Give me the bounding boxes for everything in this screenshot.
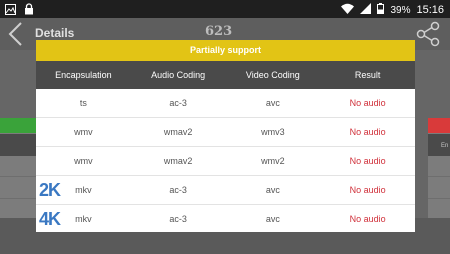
cell-encapsulation: wmv	[74, 127, 93, 137]
status-right-icons: 39% 15:16	[341, 3, 444, 17]
page-title: Details	[35, 26, 75, 40]
header-result: Result	[354, 70, 381, 80]
cell-audio-coding: ac-3	[169, 214, 187, 224]
cell-encapsulation: ts	[79, 98, 87, 108]
status-bar: 39% 15:16	[0, 0, 450, 18]
unsupported-indicator	[428, 118, 450, 133]
cell-audio-coding: wmav2	[163, 127, 193, 137]
cell-audio-coding: ac-3	[169, 98, 187, 108]
cell-result: No audio	[349, 214, 386, 224]
table-row[interactable]: ts ac-3 avc No audio	[36, 89, 415, 118]
signal-icon	[360, 3, 372, 17]
compatibility-dialog: Partially support Encapsulation Audio Co…	[36, 40, 415, 232]
cell-video-coding: avc	[265, 185, 280, 195]
cell-result: No audio	[349, 98, 386, 108]
background-header-strip	[0, 134, 36, 156]
table-header: Encapsulation Audio Coding Video Coding …	[36, 61, 415, 89]
item-count: 623	[205, 24, 233, 39]
cell-audio-coding: ac-3	[169, 185, 187, 195]
status-left-icons	[5, 3, 34, 18]
cell-result: No audio	[349, 156, 386, 166]
cell-video-coding: wmv2	[261, 156, 285, 166]
table-row[interactable]: wmv wmav2 wmv2 No audio	[36, 147, 415, 176]
support-indicator	[0, 118, 36, 133]
cell-video-coding: avc	[265, 98, 280, 108]
header-encapsulation: Encapsulation	[55, 70, 112, 80]
back-arrow-icon[interactable]	[6, 21, 26, 52]
table-row[interactable]: 4K mkv ac-3 avc No audio	[36, 205, 415, 232]
background-header-strip: En	[428, 134, 450, 156]
battery-icon	[377, 3, 385, 17]
battery-percent: 39%	[390, 4, 411, 16]
table-row[interactable]: wmv wmav2 wmv3 No audio	[36, 118, 415, 147]
clock: 15:16	[416, 4, 444, 16]
cell-video-coding: wmv3	[261, 127, 285, 137]
lock-icon	[24, 3, 34, 18]
background-row	[428, 176, 450, 177]
share-icon[interactable]	[416, 21, 440, 52]
resolution-badge: 2K	[39, 180, 61, 200]
cell-encapsulation: wmv	[74, 156, 93, 166]
header-audio-coding: Audio Coding	[151, 70, 206, 80]
dialog-title: Partially support	[36, 40, 415, 61]
image-notification-icon	[5, 3, 16, 18]
cell-audio-coding: wmav2	[163, 156, 193, 166]
background-row	[0, 198, 36, 199]
resolution-badge: 4K	[39, 209, 61, 229]
background-row	[0, 176, 36, 177]
background-row	[428, 198, 450, 199]
table-row[interactable]: 2K mkv ac-3 avc No audio	[36, 176, 415, 205]
cell-video-coding: avc	[265, 214, 280, 224]
cell-result: No audio	[349, 185, 386, 195]
wifi-icon	[341, 3, 355, 17]
cell-result: No audio	[349, 127, 386, 137]
header-video-coding: Video Coding	[245, 70, 300, 80]
